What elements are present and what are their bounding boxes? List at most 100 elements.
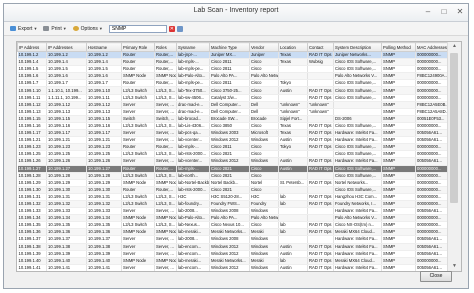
table-cell: Cisco IOS Software,...: [333, 86, 382, 95]
table-cell: 10.199.1.27: [17, 165, 47, 173]
table-row[interactable]: 10.199.1.29 10.199.1.29 10.199.1.29 SNMP No…: [17, 179, 450, 187]
scroll-up-icon[interactable]: ▲: [448, 42, 461, 51]
table-row[interactable]: 10.199.1.36 10.199.1.36 10.199.1.36 SNMP No…: [17, 228, 450, 237]
table-cell: 10.199.1.5: [46, 65, 87, 74]
column-header[interactable]: Contact: [307, 42, 334, 52]
table-cell: [278, 172, 308, 180]
column-header[interactable]: Polling Method: [381, 42, 416, 52]
table-row[interactable]: 10.199.1.12 10.199.1.12 10.199.1.12 Server S…: [17, 101, 450, 109]
table-row[interactable]: 10.199.1.37 10.199.1.37 10.199.1.37 Server S…: [17, 235, 450, 244]
table-cell: Router,...: [154, 79, 177, 88]
table-cell: SNMP: [381, 235, 416, 244]
table-cell: 10.199.1.41: [46, 264, 87, 271]
table-row[interactable]: 10.199.1.27 10.199.1.27 10.199.1.27 Router R…: [17, 165, 450, 173]
table-cell: 10.199.1.6: [46, 72, 87, 81]
close-window-icon[interactable]: ✕: [454, 6, 466, 17]
table-row[interactable]: 10.199.1.40 10.199.1.40 10.199.1.40 SNMP No…: [17, 257, 450, 265]
table-cell: Cisco 2811: [209, 65, 250, 74]
table-row[interactable]: 10.199.1.21 10.199.1.21 10.199.1.21 Server S…: [17, 136, 450, 145]
column-header[interactable]: IP Addresses: [46, 42, 87, 52]
table-row[interactable]: 10.199.1.41 10.199.1.41 10.199.1.41 Server S…: [17, 264, 450, 271]
table-row[interactable]: 10.199.1.6 10.199.1.6 10.199.1.6 SNMP Node S…: [17, 72, 450, 81]
table-row[interactable]: 10.199.1.17 10.199.1.17 10.199.1.17 Server S…: [17, 129, 450, 138]
table-cell: Cisco 2811: [209, 143, 250, 152]
table-cell: SNMP Node: [121, 214, 155, 223]
column-header[interactable]: Roles: [154, 42, 177, 52]
table-cell: 10.199.1.15: [46, 115, 87, 123]
table-row[interactable]: 10.199.1.5 10.199.1.5 10.199.1.5 Router Rout…: [17, 65, 450, 74]
table-cell: Cisco NX-OS(tm) n...: [333, 221, 382, 230]
table-cell: 000000000...: [415, 150, 450, 159]
table-cell: [307, 207, 334, 216]
column-header[interactable]: Location: [278, 42, 308, 52]
table-row[interactable]: 10.199.1.32 10.199.1.32 10.199.1.32 L2/L3 S…: [17, 200, 450, 209]
column-header[interactable]: Sysname: [176, 42, 210, 52]
column-header[interactable]: Vendor: [249, 42, 279, 52]
scroll-down-icon[interactable]: ▼: [448, 262, 461, 271]
table-row[interactable]: 10.199.1.7 10.199.1.7 10.199.1.7 Router Rout…: [17, 79, 450, 88]
clear-search-icon[interactable]: ✕: [168, 25, 175, 32]
table-row[interactable]: 10.199.1.30 10.199.1.30 10.199.1.30 Router R…: [17, 186, 450, 194]
table-row[interactable]: 10.199.1.4210.199.1.4210.199.1.42ServerS…: [18, 271, 450, 272]
table-cell: lab-foundry...: [176, 200, 210, 209]
print-button[interactable]: Print ▼: [43, 26, 67, 32]
table-row[interactable]: 10.199.1.35 10.199.1.35 10.199.1.35 L2/L3 S…: [17, 221, 450, 230]
table-cell: 10.199.1.36: [46, 228, 87, 237]
column-header[interactable]: Hostname: [86, 42, 122, 52]
maximize-icon[interactable]: □: [438, 6, 450, 17]
close-button[interactable]: Close: [420, 271, 452, 282]
column-header[interactable]: System Description: [333, 42, 382, 52]
table-cell: SNMP: [381, 186, 416, 194]
table-row[interactable]: 10.199.1.2 10.199.1.2 10.199.1.2 Router Rout…: [17, 51, 450, 60]
table-row[interactable]: 10.199.1.13 10.199.1.13 10.199.1.13 Server S…: [17, 108, 450, 116]
table-row[interactable]: 10.199.1.25 10.199.1.25 10.199.1.25 L2/L3 S…: [17, 150, 450, 159]
vertical-scrollbar[interactable]: ▲ ▼: [447, 42, 461, 271]
column-header[interactable]: IP Address: [17, 42, 47, 52]
table-cell: Server, ...: [154, 250, 177, 258]
table-cell: RAD IT Ops: [307, 129, 334, 138]
table-row[interactable]: 10.199.1.38 10.199.1.38 10.199.1.38 Server S…: [17, 243, 450, 251]
table-row[interactable]: 10.199.1.34 10.199.1.34 10.199.1.34 SNMP No…: [17, 214, 450, 223]
table-cell: 10.199.1.27: [46, 165, 87, 173]
table-row[interactable]: 10.199.1.28 10.199.1.28 10.199.1.28 L2/L3 S…: [17, 172, 450, 180]
export-button[interactable]: Export ▼: [10, 26, 37, 32]
table-cell: Windows 2008: [209, 235, 250, 244]
search-input[interactable]: [108, 24, 167, 33]
table-cell: Texas: [278, 58, 308, 67]
table-row[interactable]: 10.199.1.4 10.199.1.4 10.199.1.4 Router Rout…: [17, 58, 450, 67]
table-cell: RAD IT Ops: [307, 243, 334, 251]
table-row[interactable]: 10.199.1.23 10.199.1.23 10.199.1.23 Router R…: [17, 143, 450, 152]
table-row[interactable]: 10.199.1.15 10.199.1.15 10.199.1.15 Switch S…: [17, 115, 450, 123]
table-row[interactable]: 10.199.1.39 10.199.1.39 10.199.1.39 Server S…: [17, 250, 450, 258]
minimize-icon[interactable]: –: [422, 6, 434, 17]
table-cell: Server: [121, 101, 155, 109]
table-row[interactable]: 10.199.1.31 10.199.1.31 10.199.1.31 L2/L3 S…: [17, 193, 450, 201]
column-header[interactable]: MAC Addresses: [415, 42, 450, 52]
table-cell: Hardware: Intel64 Fa...: [333, 136, 382, 145]
inventory-grid[interactable]: IP Address IP Addresses Hostname Primary Ro…: [16, 41, 462, 272]
table-cell: 005056A61...: [415, 129, 450, 138]
table-row[interactable]: 10.199.1.16 10.199.1.16 10.199.1.16 L2/L3 S…: [17, 122, 450, 131]
table-row[interactable]: 10.199.1.10 1.1.10.1, 10.199... 10.199.1.1…: [17, 86, 450, 95]
table-cell: 10.199.1.16: [46, 122, 87, 131]
table-cell: Austin: [278, 264, 308, 271]
options-button[interactable]: Options ▼: [72, 26, 103, 32]
table-cell: Hardware: Intel64 Fa...: [333, 250, 382, 258]
table-cell: SNMP Node: [154, 72, 177, 81]
table-cell: Hardware: Intel64 Fa...: [333, 207, 382, 216]
table-row[interactable]: 10.199.1.11 1.1.11.1, 10.199... 10.199.1.1…: [17, 94, 450, 102]
table-cell: Server, ...: [154, 264, 177, 271]
table-cell: 10.199.1.35: [17, 221, 47, 230]
column-header[interactable]: Machine Type: [209, 42, 250, 52]
table-row[interactable]: 10.199.1.26 10.199.1.26 10.199.1.26 Server S…: [17, 157, 450, 166]
table-cell: Foundry Networks, I...: [333, 200, 382, 209]
table-cell: lab-2008...: [176, 235, 210, 244]
table-row[interactable]: 10.199.1.33 10.199.1.33 10.199.1.33 Server S…: [17, 207, 450, 216]
scrollbar-thumb[interactable]: [450, 53, 458, 203]
table-cell: lab-encom...: [176, 243, 210, 251]
column-header[interactable]: Primary Role: [121, 42, 155, 52]
table-cell: Cisco 3850: [209, 122, 250, 131]
title-bar[interactable]: Lab Scan - Inventory report – □ ✕: [4, 4, 468, 22]
search-icon[interactable]: [176, 25, 183, 32]
table-cell: SNMP: [382, 271, 416, 272]
